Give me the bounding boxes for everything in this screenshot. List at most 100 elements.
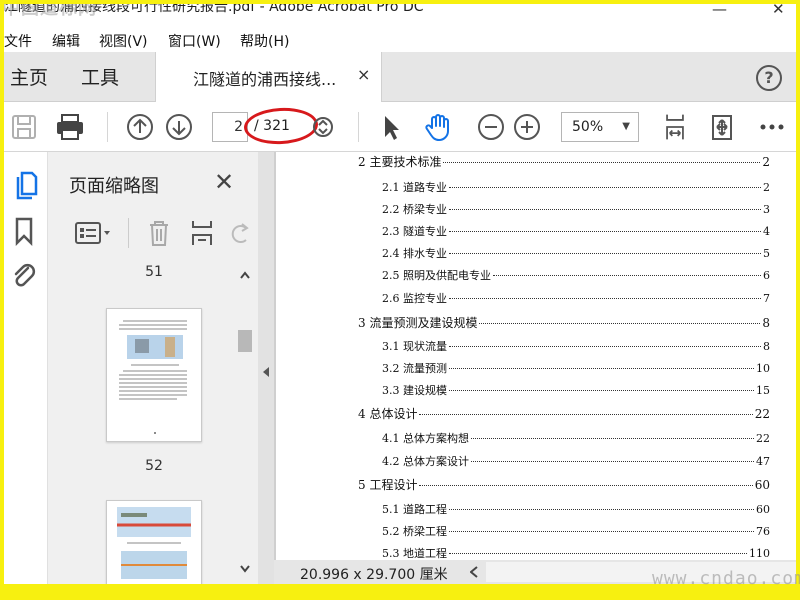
rotate-page-icon[interactable] [228, 218, 252, 248]
page-thumbnails-icon[interactable] [10, 170, 38, 202]
toc-entry[interactable]: 4.1 总体方案构想 22 [382, 430, 770, 446]
toc-entry[interactable]: 5.3 地道工程 110 [382, 545, 770, 560]
thumbnail-page-52[interactable] [106, 308, 202, 442]
zoom-level-select[interactable]: 50% ▼ [561, 112, 639, 142]
bookmark-icon[interactable] [12, 216, 36, 246]
site-logo: 中国道标网 [4, 4, 97, 19]
toc-entry[interactable]: 4 总体设计 22 [358, 405, 770, 422]
toc-entry[interactable]: 4.2 总体方案设计 47 [382, 453, 770, 469]
toc-entry-page: 15 [756, 384, 770, 397]
next-page-icon[interactable] [164, 112, 194, 142]
toc-entry-page: 6 [763, 269, 770, 282]
page-size-readout: 20.996 x 29.700 厘米 [300, 567, 448, 583]
menu-window[interactable]: 窗口(W) [168, 31, 221, 51]
menu-edit[interactable]: 编辑 [52, 31, 80, 51]
toc-entry[interactable]: 5.1 道路工程 60 [382, 501, 770, 517]
zoom-out-icon[interactable] [476, 112, 506, 142]
toc-entry[interactable]: 3.1 现状流量 8 [382, 338, 770, 354]
toc-entry-label: 2.3 隧道专业 [382, 225, 447, 238]
toc-entry-label: 3 流量预测及建设规模 [358, 316, 478, 330]
scroll-up-icon[interactable] [239, 270, 251, 280]
scrollbar-thumb[interactable] [238, 330, 252, 352]
tab-document[interactable]: 江隧道的浦西接线... × [155, 52, 382, 102]
toc-entry[interactable]: 2.3 隧道专业 4 [382, 223, 770, 239]
hand-tool-icon[interactable] [422, 112, 456, 142]
title-bar: 江隧道的浦西接线段可行性研究报告.pdf - Adobe Acrobat Pro… [4, 4, 796, 26]
toc-entry-page: 5 [763, 247, 770, 260]
page-spinner-icon[interactable] [312, 112, 334, 142]
document-viewport[interactable]: 2 主要技术标准 2 2.1 道路专业 2 2.2 桥梁专业 3 2.3 隧道专业 4 2.4 … [274, 152, 796, 560]
toc-leader-dots [449, 298, 761, 299]
insert-page-icon[interactable] [188, 218, 216, 248]
toc-entry-label: 5.2 桥梁工程 [382, 525, 447, 538]
tab-home[interactable]: 主页 [10, 63, 48, 90]
collapse-panel-icon[interactable] [262, 366, 270, 378]
toc-entry[interactable]: 3 流量预测及建设规模 8 [358, 314, 770, 331]
close-panel-icon[interactable]: ✕ [214, 168, 234, 196]
toc-entry-page: 76 [756, 525, 770, 538]
document-page: 2 主要技术标准 2 2.1 道路专业 2 2.2 桥梁专业 3 2.3 隧道专业 4 2.4 … [276, 152, 796, 560]
menu-file[interactable]: 文件 [4, 31, 32, 51]
toc-entry[interactable]: 5 工程设计 60 [358, 476, 770, 493]
close-window-icon[interactable]: ✕ [772, 4, 785, 18]
attachment-icon[interactable] [10, 260, 38, 290]
scroll-left-icon[interactable] [470, 566, 478, 578]
toc-leader-dots [419, 485, 753, 486]
select-cursor-icon[interactable] [378, 112, 402, 142]
scroll-down-icon[interactable] [239, 564, 251, 574]
toc-entry-label: 2.4 排水专业 [382, 247, 447, 260]
toc-entry-page: 60 [756, 503, 770, 516]
highlight-annotation-oval [243, 106, 319, 146]
toc-entry[interactable]: 2.1 道路专业 2 [382, 179, 770, 195]
print-icon[interactable] [54, 112, 86, 142]
zoom-level-value: 50% [572, 119, 604, 135]
toc-entry-label: 3.3 建设规模 [382, 384, 447, 397]
toc-leader-dots [449, 209, 761, 210]
thumbnail-page-53[interactable] [106, 500, 202, 584]
toc-leader-dots [449, 531, 754, 532]
toc-leader-dots [419, 414, 753, 415]
toc-entry[interactable]: 3.3 建设规模 15 [382, 382, 770, 398]
minimize-icon[interactable]: — [712, 4, 727, 18]
previous-page-icon[interactable] [125, 112, 155, 142]
more-options-icon[interactable] [758, 112, 786, 142]
toc-entry[interactable]: 2.5 照明及供配电专业 6 [382, 267, 770, 283]
toc-entry-page: 110 [749, 547, 770, 560]
toc-entry[interactable]: 5.2 桥梁工程 76 [382, 523, 770, 539]
thumbnail-options-icon[interactable] [74, 220, 114, 246]
toc-entry-page: 8 [762, 316, 770, 330]
panel-collapse-strip[interactable] [258, 152, 274, 584]
fullscreen-icon[interactable] [707, 112, 737, 142]
toc-entry[interactable]: 2.2 桥梁专业 3 [382, 201, 770, 217]
toc-entry-label: 3.2 流量预测 [382, 362, 447, 375]
menu-view[interactable]: 视图(V) [99, 31, 148, 51]
toc-entry-label: 2.5 照明及供配电专业 [382, 269, 491, 282]
toc-leader-dots [449, 346, 761, 347]
fit-width-icon[interactable] [660, 112, 690, 142]
toc-entry[interactable]: 2.6 监控专业 7 [382, 290, 770, 306]
toc-leader-dots [449, 253, 761, 254]
toc-entry-page: 3 [763, 203, 770, 216]
toc-entry-page: 2 [762, 155, 770, 169]
page-number-input[interactable]: 2 [212, 112, 248, 142]
toc-entry-label: 2.6 监控专业 [382, 292, 447, 305]
toc-entry-page: 4 [763, 225, 770, 238]
menu-help[interactable]: 帮助(H) [240, 31, 289, 51]
thumbnails-scrollbar[interactable] [236, 262, 254, 584]
help-icon[interactable]: ? [756, 65, 782, 91]
delete-page-icon[interactable] [146, 218, 172, 248]
menu-bar: 文件 编辑 视图(V) 窗口(W) 帮助(H) [4, 28, 796, 52]
tab-tools[interactable]: 工具 [81, 63, 119, 90]
toc-entry-label: 4 总体设计 [358, 407, 418, 421]
toc-entry[interactable]: 2 主要技术标准 2 [358, 153, 770, 170]
toc-entry-page: 22 [756, 432, 770, 445]
toolbar-separator [107, 112, 108, 142]
thumbnail-page-number: 51 [145, 264, 163, 280]
save-icon[interactable] [10, 112, 38, 142]
toc-entry[interactable]: 3.2 流量预测 10 [382, 360, 770, 376]
toc-entry-label: 2 主要技术标准 [358, 155, 442, 169]
toc-entry[interactable]: 2.4 排水专业 5 [382, 245, 770, 261]
zoom-in-icon[interactable] [512, 112, 542, 142]
close-tab-icon[interactable]: × [357, 65, 370, 84]
toc-entry-label: 2.1 道路专业 [382, 181, 447, 194]
